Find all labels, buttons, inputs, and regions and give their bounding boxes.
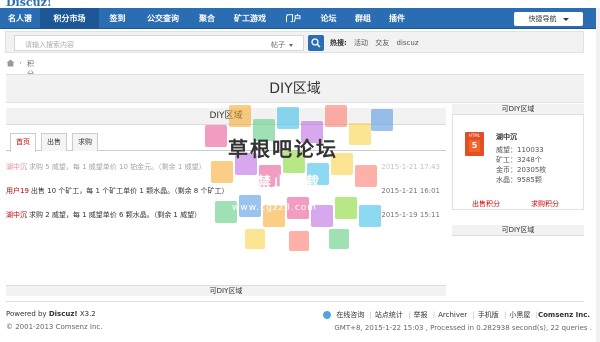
nav-item-signin[interactable]: 签到 — [99, 8, 136, 29]
breadcrumb-separator: › — [19, 59, 22, 67]
html5-logo-number: 5 — [469, 140, 480, 152]
buy-points-link[interactable]: 求购积分 — [531, 199, 559, 209]
trade-text: 求购 2 威望，每 1 威望单价 6 颗水晶。（剩余 1 威望） — [29, 211, 202, 219]
user-card: HTML 5 湖中沉 威望：110033 矿工：3248个 金币：20305枚 … — [452, 115, 584, 210]
diy-area-main: DIY区域 — [6, 74, 584, 103]
divider: | — [432, 311, 436, 319]
trade-list: 湖中沉 求购 5 威望，每 1 威望单价 10 铂金元。（剩余 1 威望） 201… — [6, 155, 446, 227]
nav-item-portal[interactable]: 门户 — [276, 8, 311, 29]
watermark-title: 草根吧论坛 — [228, 137, 338, 161]
search-scope-label: 帖子 — [271, 41, 285, 49]
footer-link-consult[interactable]: 在线咨询 — [336, 311, 364, 319]
page-scrollbar[interactable] — [596, 8, 600, 342]
hot-keyword[interactable]: 交友 — [375, 39, 389, 47]
divider: | — [369, 311, 372, 319]
powered-by: Powered by Discuz! X3.2 — [6, 310, 96, 318]
tab-home[interactable]: 首页 — [10, 133, 36, 152]
version: X3.2 — [79, 310, 96, 318]
nav-item-bus-query[interactable]: 公交查询 — [136, 8, 190, 29]
watermark-url: www.cgzz8.com — [232, 203, 318, 213]
footer-link-mobile[interactable]: 手机版 — [478, 311, 499, 319]
list-item: 用户19 出售 10 个矿工，每 1 个矿工单价 1 颗水晶。（剩余 8 个矿工）… — [6, 179, 446, 203]
home-icon[interactable] — [6, 59, 15, 67]
sell-points-link[interactable]: 出售积分 — [472, 199, 500, 209]
footer-link-archiver[interactable]: Archiver — [438, 311, 467, 319]
user-name[interactable]: 湖中沉 — [496, 132, 517, 142]
chevron-down-icon — [562, 17, 569, 21]
trade-text: 出售 10 个矿工，每 1 个矿工单价 1 颗水晶。（剩余 8 个矿工） — [30, 187, 229, 195]
copyright: © 2001-2013 Comsenz Inc. — [6, 323, 103, 331]
divider: | — [472, 311, 475, 319]
nav-item-forum[interactable]: 论坛 — [311, 8, 346, 29]
user-stat: 威望：110033 — [496, 146, 544, 154]
footer-company[interactable]: Comsenz Inc. — [538, 311, 590, 319]
footer-link-stats[interactable]: 站点统计 — [375, 311, 403, 319]
main-nav: 名人谱 积分市场 签到 公交查询 聚合 矿工游戏 门户 论坛 群组 插件 快捷导… — [0, 8, 600, 29]
qq-icon — [323, 311, 332, 319]
tab-sell[interactable]: 出售 — [41, 133, 67, 151]
nav-item-groups[interactable]: 群组 — [346, 8, 380, 29]
trade-user-link[interactable]: 湖中沉 — [6, 211, 27, 219]
user-stat: 水晶：9585颗 — [496, 176, 542, 184]
processing-info: GMT+8, 2015-1-22 15:03 , Processed in 0.… — [334, 324, 592, 332]
market-tabs: 首页 出售 求购 — [6, 133, 446, 152]
top-strip: Discuz! — [0, 0, 600, 9]
trade-text: 求购 5 威望，每 1 威望单价 10 铂金元。（剩余 1 威望） — [29, 163, 206, 171]
search-button[interactable] — [308, 35, 324, 51]
divider: | — [408, 311, 411, 319]
list-item: 湖中沉 求购 5 威望，每 1 威望单价 10 铂金元。（剩余 1 威望） 201… — [6, 155, 446, 179]
diy-area-right-top: 可DIY区域 — [452, 104, 584, 115]
left-column: DIY区域 首页 出售 求购 湖中沉 求购 5 威望，每 1 威望单价 10 铂金… — [6, 108, 446, 290]
trade-time: 2015-1-21 17:43 — [381, 163, 440, 171]
footer-link-report[interactable]: 举报 — [414, 311, 428, 319]
search-input[interactable]: 请输入搜索内容 帖子 — [14, 35, 304, 51]
trade-user-link[interactable]: 湖中沉 — [6, 163, 27, 171]
tab-buy[interactable]: 求购 — [72, 133, 98, 151]
diy-area-right-bottom: 可DIY区域 — [452, 225, 584, 236]
diy-area-footer: 可DIY区域 — [6, 285, 446, 296]
user-stat: 矿工：3248个 — [496, 156, 542, 164]
html5-logo-label: HTML — [468, 133, 481, 138]
nav-item-miner-game[interactable]: 矿工游戏 — [224, 8, 276, 29]
powered-label: Powered by — [6, 310, 47, 318]
search-placeholder: 请输入搜索内容 — [25, 41, 74, 49]
nav-item-points-market[interactable]: 积分市场 — [40, 8, 99, 29]
right-column: 可DIY区域 HTML 5 湖中沉 威望：110033 矿工：3248个 金币：… — [452, 104, 584, 236]
footer-divider — [6, 301, 584, 302]
hot-search: 热搜: 活动 交友 discuz — [330, 38, 419, 48]
search-bar: 请输入搜索内容 帖子 热搜: 活动 交友 discuz — [5, 31, 584, 53]
hot-keyword[interactable]: discuz — [397, 39, 419, 47]
quick-nav-label: 快捷导航 — [528, 15, 557, 23]
trade-time: 2015-1-19 15:11 — [381, 211, 440, 219]
footer-links: 在线咨询 | 站点统计 | 举报 | Archiver | 手机版 | 小黑屋 |Coms… — [320, 310, 590, 320]
hot-search-label: 热搜: — [330, 39, 347, 47]
footer-link-blackroom[interactable]: 小黑屋 — [509, 311, 530, 319]
brand-link[interactable]: Discuz! — [49, 310, 78, 318]
nav-item-celebrities[interactable]: 名人谱 — [0, 8, 40, 29]
watermark-subtitle: 禁止转载 — [257, 175, 321, 191]
chevron-down-icon — [289, 43, 293, 47]
divider: | — [504, 311, 507, 319]
trade-user-link[interactable]: 用户19 — [6, 187, 29, 195]
search-icon — [311, 38, 321, 48]
hot-keyword[interactable]: 活动 — [354, 39, 368, 47]
user-stat: 金币：20305枚 — [496, 166, 547, 174]
avatar[interactable]: HTML 5 — [465, 132, 484, 156]
diy-area-sub: DIY区域 — [6, 108, 446, 125]
quick-nav-button[interactable]: 快捷导航 — [514, 12, 583, 26]
nav-item-plugins[interactable]: 插件 — [380, 8, 414, 29]
list-item: 湖中沉 求购 2 威望，每 1 威望单价 6 颗水晶。（剩余 1 威望） 2015… — [6, 203, 446, 227]
search-scope-select[interactable]: 帖子 — [271, 40, 293, 50]
trade-time: 2015-1-21 16:01 — [381, 187, 440, 195]
nav-item-aggregate[interactable]: 聚合 — [190, 8, 224, 29]
